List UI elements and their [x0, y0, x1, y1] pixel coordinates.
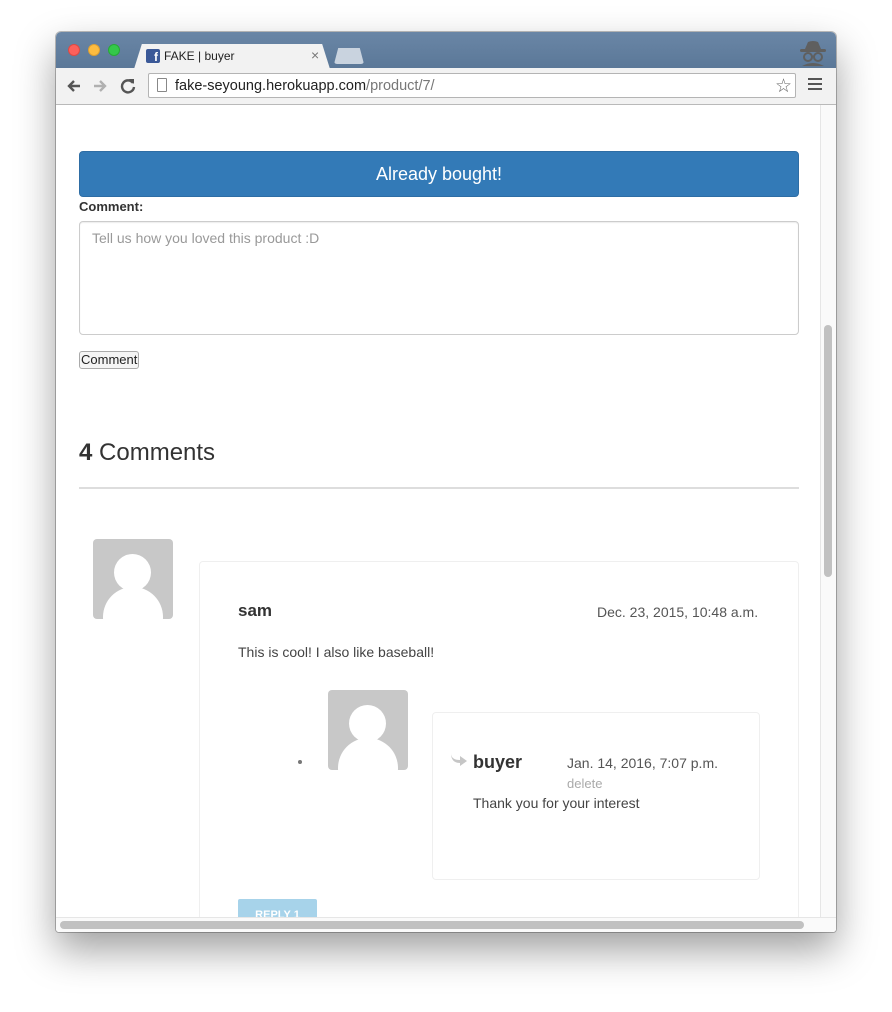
reply-bullet	[298, 760, 302, 764]
incognito-icon[interactable]	[796, 38, 830, 66]
url-text[interactable]: fake-seyoung.herokuapp.com/product/7/	[175, 78, 435, 94]
comments-heading-label: Comments	[99, 439, 216, 466]
reply-avatar	[328, 690, 408, 770]
zoom-window-button[interactable]	[108, 44, 120, 56]
horizontal-scrollbar-thumb[interactable]	[60, 921, 804, 929]
delete-reply-link[interactable]: delete	[567, 776, 602, 791]
already-bought-button[interactable]: Already bought!	[79, 151, 799, 197]
url-host: fake-seyoung.herokuapp.com	[175, 78, 367, 94]
vertical-scrollbar-thumb[interactable]	[824, 325, 832, 577]
comment-text: This is cool! I also like baseball!	[238, 644, 435, 660]
comments-divider	[79, 487, 799, 489]
arrow-right-icon[interactable]	[90, 76, 110, 96]
reply-date: Jan. 14, 2016, 7:07 p.m.	[567, 755, 718, 771]
page-viewport: Already bought! Comment: Comment 4 Comme…	[56, 105, 836, 932]
comment-author[interactable]: sam	[238, 601, 272, 621]
comment-label: Comment:	[79, 199, 144, 214]
avatar	[93, 539, 173, 619]
url-path: /product/7/	[366, 78, 435, 94]
arrow-left-icon[interactable]	[64, 76, 84, 96]
comment-input[interactable]	[79, 221, 799, 335]
new-tab-button[interactable]	[334, 48, 364, 64]
page-icon	[157, 78, 167, 92]
comment-date: Dec. 23, 2015, 10:48 a.m.	[597, 604, 759, 620]
comments-count: 4	[79, 439, 93, 466]
browser-window: f FAKE | buyer × fake-seyoung.herokuapp.…	[56, 32, 836, 932]
address-bar[interactable]: fake-seyoung.herokuapp.com/product/7/ ☆	[148, 73, 796, 98]
browser-toolbar: fake-seyoung.herokuapp.com/product/7/ ☆	[56, 68, 836, 105]
minimize-window-button[interactable]	[88, 44, 100, 56]
tab-close-icon[interactable]: ×	[311, 47, 319, 63]
tab-title: FAKE | buyer	[164, 49, 235, 63]
hamburger-menu-icon[interactable]	[808, 78, 822, 92]
reply-text: Thank you for your interest	[473, 795, 640, 811]
facebook-favicon-icon: f	[146, 49, 160, 63]
comment-submit-button[interactable]: Comment	[79, 351, 140, 369]
reply-arrow-icon	[451, 753, 467, 766]
close-window-button[interactable]	[68, 44, 80, 56]
title-bar: f FAKE | buyer ×	[56, 32, 836, 69]
star-icon[interactable]: ☆	[775, 75, 792, 98]
reload-icon[interactable]	[118, 76, 138, 96]
comments-heading: 4 Comments	[79, 439, 215, 467]
reply-author[interactable]: buyer	[473, 752, 522, 773]
